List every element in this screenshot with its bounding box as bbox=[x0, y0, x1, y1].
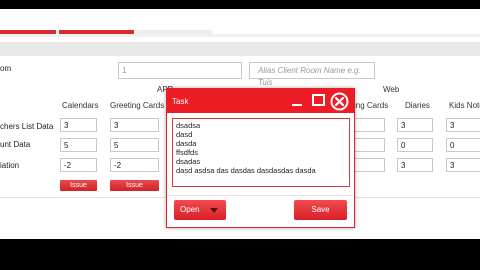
calendars-list-input[interactable]: 3 bbox=[60, 118, 97, 132]
diaries-variation-input[interactable]: 3 bbox=[397, 158, 433, 172]
close-icon[interactable] bbox=[330, 92, 349, 111]
alias-input[interactable]: Alias Client Room Name e.g. Tuis bbox=[249, 62, 375, 87]
task-line: ffsdfds bbox=[176, 148, 198, 157]
save-button[interactable]: Save bbox=[294, 200, 347, 220]
room-label: om bbox=[0, 64, 12, 73]
top-tab-bar bbox=[0, 9, 480, 37]
task-line: dsadas bbox=[176, 157, 201, 166]
col-header-calendars: Calendars bbox=[62, 101, 99, 110]
dialog-separator bbox=[167, 195, 354, 196]
col-header-greeting-cards: Greeting Cards bbox=[110, 101, 165, 110]
row-label-variation: iation bbox=[0, 161, 20, 170]
diaries-count-input[interactable]: 0 bbox=[397, 138, 433, 152]
task-line: dasda bbox=[176, 139, 197, 148]
kids-count-input[interactable]: 0 bbox=[446, 138, 480, 152]
maximize-icon[interactable] bbox=[312, 94, 325, 106]
task-line: dasd bbox=[176, 130, 193, 139]
calendars-variation-input[interactable]: -2 bbox=[60, 158, 97, 172]
minimize-icon[interactable] bbox=[292, 104, 302, 106]
greeting-variation-input[interactable]: -2 bbox=[110, 158, 159, 172]
issue-calendars-button[interactable]: Issue bbox=[60, 180, 97, 191]
issue-greeting-cards-button[interactable]: Issue bbox=[110, 180, 159, 191]
web-group-header: Web bbox=[383, 85, 400, 94]
greeting-count-input[interactable]: 5 bbox=[110, 138, 159, 152]
dialog-title-bar[interactable]: Task bbox=[167, 89, 354, 113]
dialog-title: Task bbox=[172, 97, 189, 106]
top-separator bbox=[0, 34, 480, 37]
task-text-area[interactable]: dsadsa dasd dasda ffsdfds dsadas dasd as… bbox=[172, 118, 350, 187]
header-strip bbox=[0, 42, 480, 56]
kids-variation-input[interactable]: 3 bbox=[446, 158, 480, 172]
web-greeting-list-input[interactable] bbox=[352, 118, 385, 132]
web-greeting-count-input[interactable] bbox=[352, 138, 385, 152]
greeting-list-input[interactable]: 3 bbox=[110, 118, 159, 132]
open-dropdown-button[interactable]: Open bbox=[174, 200, 226, 220]
col-header-kids-notes: Kids Note bbox=[449, 101, 480, 110]
diaries-list-input[interactable]: 3 bbox=[397, 118, 433, 132]
col-header-web-greeting-cards: ing Cards bbox=[354, 101, 389, 110]
caret-down-icon bbox=[210, 208, 218, 213]
kids-list-input[interactable]: 3 bbox=[446, 118, 480, 132]
row-label-list-data: chers List Data bbox=[0, 122, 54, 131]
task-line: dsadsa bbox=[176, 121, 201, 130]
task-line: dasd asdsa das dasdas dasdasdas dasda bbox=[176, 166, 316, 175]
open-label: Open bbox=[180, 205, 200, 214]
web-greeting-variation-input[interactable] bbox=[352, 158, 385, 172]
task-dialog: Task dsadsa dasd dasda ffsdfds dsadas da… bbox=[166, 88, 355, 228]
row-label-count-data: unt Data bbox=[0, 140, 31, 149]
room-input[interactable]: 1 bbox=[118, 62, 242, 79]
calendars-count-input[interactable]: 5 bbox=[60, 138, 97, 152]
col-header-diaries: Diaries bbox=[405, 101, 430, 110]
